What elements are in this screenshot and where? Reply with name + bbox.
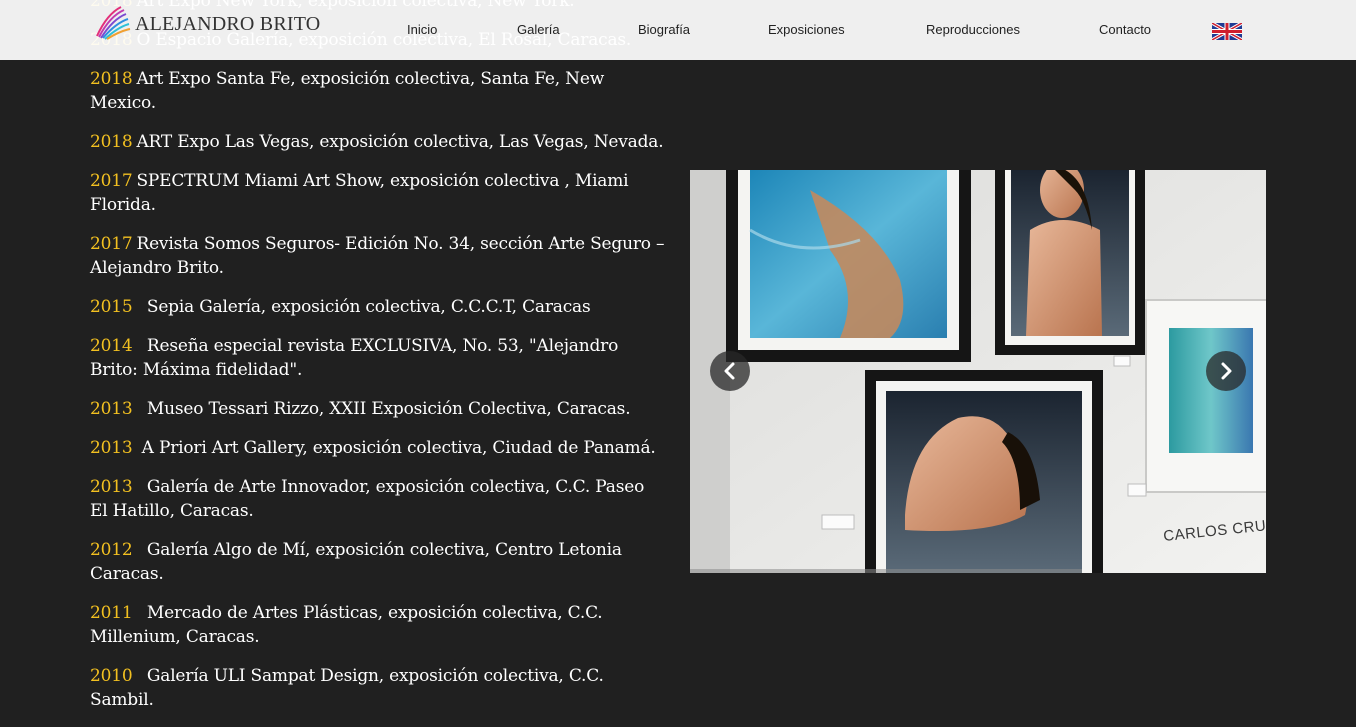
carousel-progress-bar	[690, 569, 1082, 573]
nav-reproducciones[interactable]: Reproducciones	[926, 22, 1020, 37]
logo-text: ALEJANDRO BRITO	[135, 13, 321, 35]
chevron-left-icon	[724, 362, 735, 380]
gallery-carousel[interactable]: CARLOS CRUZ DIEZ	[690, 170, 1266, 573]
uk-flag-icon[interactable]	[1212, 23, 1242, 40]
nav-inicio[interactable]: Inicio	[407, 22, 437, 37]
chevron-right-icon	[1221, 362, 1232, 380]
exhibition-text: Museo Tessari Rizzo, XXII Exposición Col…	[136, 399, 631, 419]
exhibition-item: 2015 Sepia Galería, exposición colectiva…	[90, 295, 665, 319]
exhibition-item: 2013 Galería de Arte Innovador, exposici…	[90, 475, 665, 523]
exhibition-item: 2010 Galería ULI Sampat Design, exposici…	[90, 664, 665, 712]
exhibition-text: Galería ULI Sampat Design, exposición co…	[90, 666, 609, 710]
nav-exposiciones[interactable]: Exposiciones	[768, 22, 845, 37]
exhibition-text: A Priori Art Gallery, exposición colecti…	[136, 438, 656, 458]
exhibition-year: 2014	[90, 336, 133, 356]
exhibition-year: 2011	[90, 603, 133, 623]
exhibition-item: 2018 ART Expo Las Vegas, exposición colec…	[90, 130, 665, 154]
exhibition-year: 2012	[90, 540, 133, 560]
nav-contacto[interactable]: Contacto	[1099, 22, 1151, 37]
carousel-next-button[interactable]	[1206, 351, 1246, 391]
exhibition-year: 2013	[90, 399, 133, 419]
nav-biografia[interactable]: Biografía	[638, 22, 690, 37]
gallery-photo	[690, 170, 1266, 573]
exhibition-item: 2017 Revista Somos Seguros- Edición No. 3…	[90, 232, 665, 280]
exhibition-year: 2010	[90, 666, 133, 686]
exhibition-text: Reseña especial revista EXCLUSIVA, No. 5…	[90, 336, 624, 380]
exhibition-text: Sepia Galería, exposición colectiva, C.C…	[136, 297, 591, 317]
exhibition-year: 2013	[90, 438, 133, 458]
logo[interactable]: ALEJANDRO BRITO	[93, 4, 320, 40]
exhibition-year: 2018	[90, 69, 133, 89]
logo-mark-icon	[96, 6, 131, 40]
exhibition-item: 2014 Reseña especial revista EXCLUSIVA, …	[90, 334, 665, 382]
exhibition-year: 2017	[90, 234, 133, 254]
exhibition-text: Revista Somos Seguros- Edición No. 34, s…	[90, 234, 670, 278]
exhibition-item: 2012 Galería Algo de Mí, exposición cole…	[90, 538, 665, 586]
exhibition-text: ART Expo Las Vegas, exposición colectiva…	[136, 132, 664, 152]
site-header: ALEJANDRO BRITO Inicio Galería Biografía…	[0, 0, 1356, 60]
exhibition-list: 2018Art Expo New York, exposición colect…	[90, 0, 665, 727]
carousel-prev-button[interactable]	[710, 351, 750, 391]
exhibition-year: 2018	[90, 132, 133, 152]
exhibition-item: 2011 Mercado de Artes Plásticas, exposic…	[90, 601, 665, 649]
nav-galeria[interactable]: Galería	[517, 22, 560, 37]
exhibition-year: 2017	[90, 171, 133, 191]
exhibition-text: Mercado de Artes Plásticas, exposición c…	[90, 603, 608, 647]
exhibition-year: 2013	[90, 477, 133, 497]
exhibition-text: Galería Algo de Mí, exposición colectiva…	[90, 540, 628, 584]
exhibition-text: Art Expo Santa Fe, exposición colectiva,…	[90, 69, 610, 113]
exhibition-item: 2013 A Priori Art Gallery, exposición co…	[90, 436, 665, 460]
exhibition-text: SPECTRUM Miami Art Show, exposición cole…	[90, 171, 634, 215]
exhibition-text: Galería de Arte Innovador, exposición co…	[90, 477, 650, 521]
exhibition-item: 2017 SPECTRUM Miami Art Show, exposición …	[90, 169, 665, 217]
exhibition-item: 2013 Museo Tessari Rizzo, XXII Exposició…	[90, 397, 665, 421]
exhibition-item: 2018 Art Expo Santa Fe, exposición colect…	[90, 67, 665, 115]
exhibition-year: 2015	[90, 297, 133, 317]
